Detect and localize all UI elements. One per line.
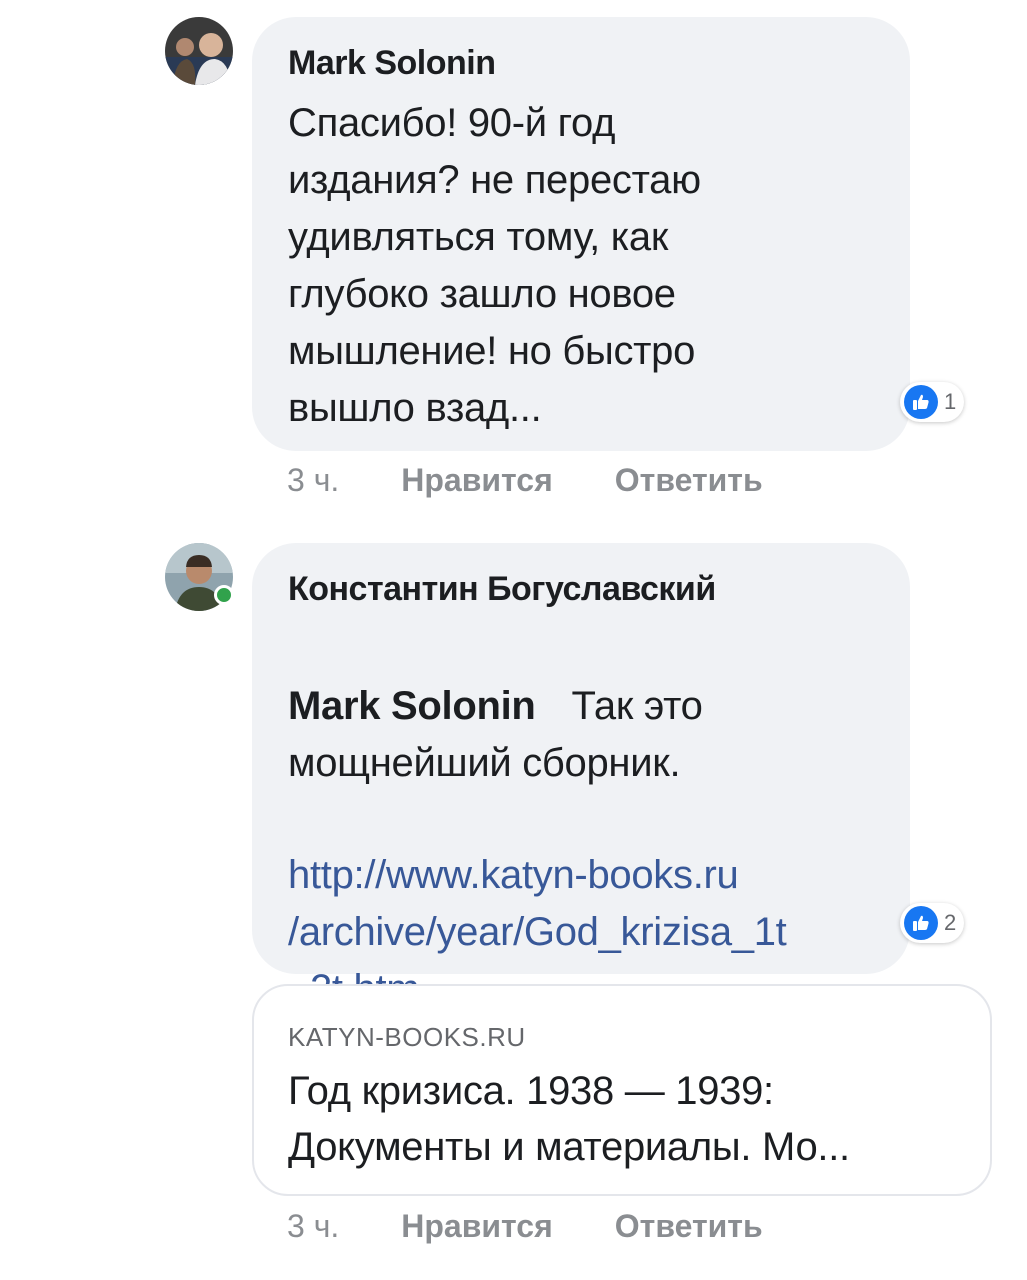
- comment-bubble: Константин Богуславский Mark Solonin Так …: [252, 543, 910, 1011]
- reply-button[interactable]: Ответить: [615, 1208, 763, 1245]
- link-preview-domain: KATYN-BOOKS.RU: [288, 1022, 526, 1052]
- comment-actions: 3 ч. Нравится Ответить: [287, 462, 763, 499]
- online-status-icon: [214, 585, 234, 605]
- thumbs-up-icon: [904, 906, 938, 940]
- comment-text: Спасибо! 90-й год издания? не перестаю у…: [288, 101, 701, 430]
- thumbs-up-icon: [904, 385, 938, 419]
- reaction-count: 2: [944, 910, 957, 935]
- like-button[interactable]: Нравится: [401, 462, 553, 499]
- reaction-summary[interactable]: 2: [900, 903, 965, 943]
- comment-timestamp[interactable]: 3 ч.: [287, 462, 339, 499]
- mention-link[interactable]: Mark Solonin: [288, 684, 536, 728]
- like-button[interactable]: Нравится: [401, 1208, 553, 1245]
- comment-timestamp[interactable]: 3 ч.: [287, 1208, 339, 1245]
- reaction-summary[interactable]: 1: [900, 382, 965, 422]
- avatar[interactable]: [165, 17, 233, 85]
- comment-bubble: Mark Solonin Спасибо! 90-й год издания? …: [252, 17, 910, 451]
- reaction-count: 1: [944, 389, 957, 414]
- comment-author[interactable]: Mark Solonin: [288, 43, 910, 83]
- link-preview-card[interactable]: KATYN-BOOKS.RU Год кризиса. 1938 — 1939:…: [252, 984, 992, 1196]
- reply-button[interactable]: Ответить: [615, 462, 763, 499]
- link-preview-title: Год кризиса. 1938 — 1939: Документы и ма…: [288, 1069, 850, 1169]
- comment-actions: 3 ч. Нравится Ответить: [287, 1208, 763, 1245]
- comment-text: Mark Solonin Так это мощнейший сборник.: [288, 621, 910, 792]
- comment-author[interactable]: Константин Богуславский: [288, 569, 910, 609]
